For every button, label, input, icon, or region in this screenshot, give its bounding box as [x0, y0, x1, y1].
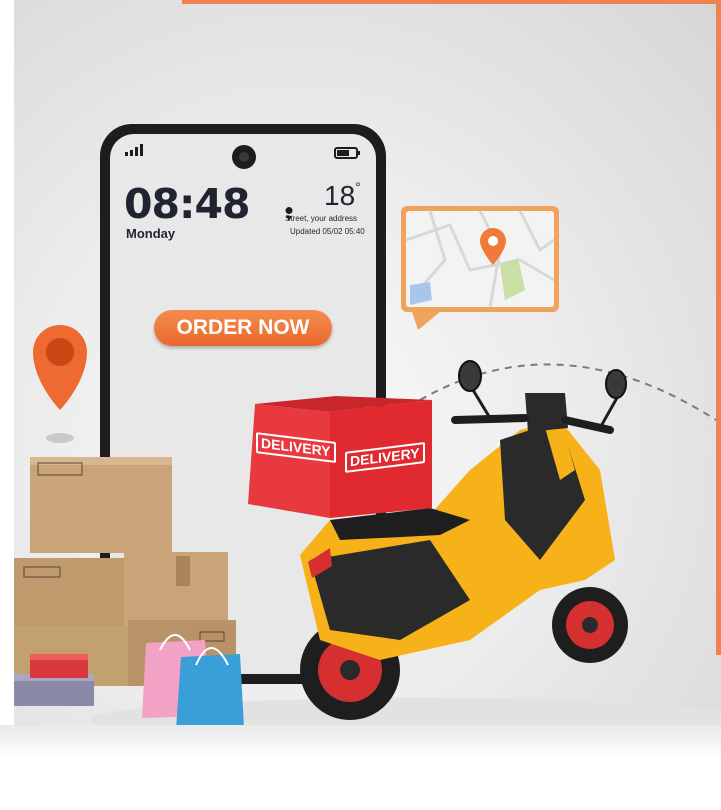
weather-updated: Updated 05/02 05:40 [290, 227, 365, 236]
temperature-value: 18 [324, 180, 356, 211]
weather-address: Street, your address [285, 214, 358, 223]
temperature: 18° [324, 179, 361, 211]
bottom-fade [0, 725, 721, 810]
clock-day: Monday [126, 226, 176, 241]
order-now-button[interactable]: ORDER NOW [154, 310, 332, 346]
clock-time: 08:48 [124, 180, 251, 228]
map-bubble [401, 206, 559, 330]
location-pin-large-icon [33, 325, 87, 443]
temperature-unit: ° [355, 179, 361, 195]
delivery-illustration [14, 124, 721, 742]
